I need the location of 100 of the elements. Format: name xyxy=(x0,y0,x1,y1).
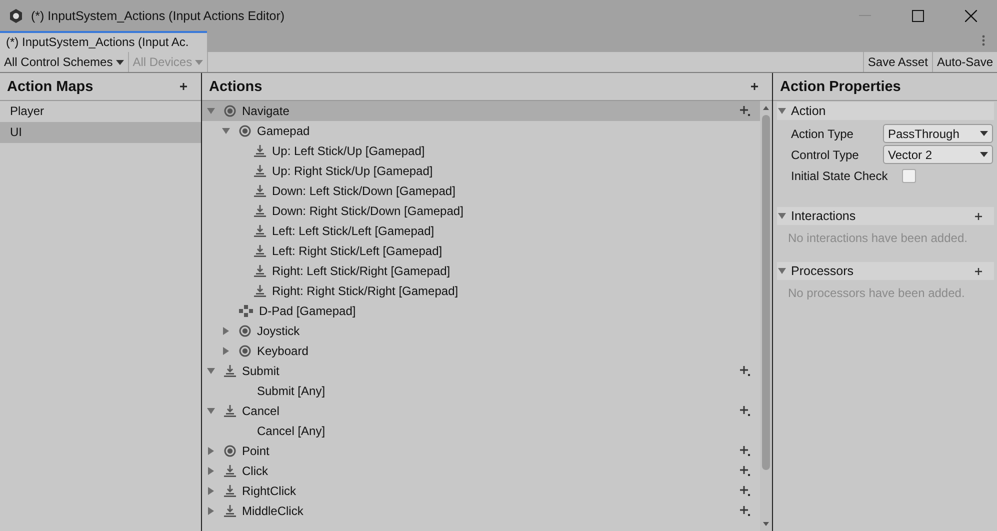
field-label: Initial State Check xyxy=(791,168,888,182)
tree-row[interactable]: Gamepad xyxy=(202,121,760,141)
field-label: Control Type xyxy=(791,148,860,162)
control-scheme-dropdown[interactable]: All Control Schemes xyxy=(0,52,129,72)
add-icon[interactable] xyxy=(975,212,982,220)
target-icon xyxy=(224,105,236,117)
window-title: (*) InputSystem_Actions (Input Actions Editor) xyxy=(31,8,285,22)
add-binding-icon[interactable] xyxy=(740,486,750,496)
add-binding-icon[interactable] xyxy=(740,406,750,416)
button-press-icon xyxy=(254,145,266,157)
add-binding-icon[interactable] xyxy=(740,366,750,376)
tree-label: Left: Right Stick/Left [Gamepad] xyxy=(272,244,442,258)
expand-toggle-icon[interactable] xyxy=(222,327,230,335)
expand-toggle-icon[interactable] xyxy=(207,107,215,115)
checkbox[interactable] xyxy=(902,168,916,182)
tree-label: Down: Left Stick/Down [Gamepad] xyxy=(272,184,456,198)
tree-row[interactable]: Up: Right Stick/Up [Gamepad] xyxy=(202,161,760,181)
close-icon[interactable] xyxy=(965,10,977,22)
add-binding-icon[interactable] xyxy=(740,106,750,116)
tree-label: RightClick xyxy=(242,484,296,498)
pane-title: Action Properties xyxy=(780,78,901,94)
expand-toggle-icon[interactable] xyxy=(222,127,230,135)
expand-toggle-icon[interactable] xyxy=(207,507,215,515)
tree-row[interactable]: Joystick xyxy=(202,321,760,341)
button-press-icon xyxy=(254,265,266,277)
tree-row[interactable]: RightClick xyxy=(202,481,760,501)
pane-title: Action Maps xyxy=(7,78,94,94)
tree-label: Submit [Any] xyxy=(257,384,326,398)
dropdown-field[interactable]: PassThrough xyxy=(883,124,993,143)
tree-row[interactable]: Cancel [Any] xyxy=(202,421,760,441)
expand-toggle-icon[interactable] xyxy=(207,407,215,415)
dropdown-field[interactable]: Vector 2 xyxy=(883,145,993,164)
tree-row[interactable]: D-Pad [Gamepad] xyxy=(202,301,760,321)
tree-row[interactable]: Down: Right Stick/Down [Gamepad] xyxy=(202,201,760,221)
tree-row[interactable]: Point xyxy=(202,441,760,461)
save-asset-button[interactable]: Save Asset xyxy=(862,52,932,72)
tree-row[interactable]: Up: Left Stick/Up [Gamepad] xyxy=(202,141,760,161)
tree-row[interactable]: Navigate xyxy=(202,101,760,121)
caret-icon xyxy=(980,131,988,136)
tree-row[interactable]: Left: Right Stick/Left [Gamepad] xyxy=(202,241,760,261)
more-menu-icon[interactable] xyxy=(982,35,985,46)
add-icon[interactable] xyxy=(975,268,982,274)
tree-row[interactable]: Click xyxy=(202,461,760,481)
button-press-icon xyxy=(254,165,266,177)
expand-toggle-icon[interactable] xyxy=(778,267,786,275)
button-press-icon xyxy=(224,465,236,477)
target-icon xyxy=(239,125,251,137)
add-binding-icon[interactable] xyxy=(740,466,750,476)
caret-icon xyxy=(980,152,988,157)
pane-title: Actions xyxy=(209,78,262,94)
caret-icon xyxy=(116,60,124,64)
tree-row[interactable]: MiddleClick xyxy=(202,501,760,521)
add-icon[interactable] xyxy=(751,83,758,90)
add-binding-icon[interactable] xyxy=(740,506,750,516)
empty-list-message: No processors have been added. xyxy=(787,285,966,302)
button-press-icon xyxy=(224,485,236,497)
target-icon xyxy=(224,445,236,457)
action-map-item[interactable]: UI xyxy=(0,122,201,143)
tree-label: Left: Left Stick/Left [Gamepad] xyxy=(272,224,434,238)
button-press-icon xyxy=(224,405,236,417)
section-title[interactable]: Action xyxy=(791,104,826,118)
expand-toggle-icon[interactable] xyxy=(207,467,215,475)
action-map-item[interactable]: Player xyxy=(0,101,201,122)
tree-label: MiddleClick xyxy=(242,504,304,518)
tree-label: Up: Right Stick/Up [Gamepad] xyxy=(272,164,433,178)
maximize-icon[interactable] xyxy=(912,10,924,22)
expand-toggle-icon[interactable] xyxy=(778,212,786,220)
button-press-icon xyxy=(254,285,266,297)
expand-toggle-icon[interactable] xyxy=(207,487,215,495)
tree-label: Joystick xyxy=(257,324,300,338)
add-icon[interactable] xyxy=(180,83,187,90)
tree-row[interactable]: Down: Left Stick/Down [Gamepad] xyxy=(202,181,760,201)
button-press-icon xyxy=(254,185,266,197)
button-press-icon xyxy=(254,225,266,237)
tree-label: Cancel xyxy=(242,404,280,418)
expand-toggle-icon[interactable] xyxy=(207,367,215,375)
tree-row[interactable]: Left: Left Stick/Left [Gamepad] xyxy=(202,221,760,241)
tree-row[interactable]: Right: Right Stick/Right [Gamepad] xyxy=(202,281,760,301)
tree-row[interactable]: Submit xyxy=(202,361,760,381)
tree-label: Click xyxy=(242,464,268,478)
empty-list-message: No interactions have been added. xyxy=(787,230,968,247)
tree-row[interactable]: Cancel xyxy=(202,401,760,421)
auto-save-button[interactable]: Auto-Save xyxy=(932,52,997,72)
tree-row[interactable]: Right: Left Stick/Right [Gamepad] xyxy=(202,261,760,281)
expand-toggle-icon[interactable] xyxy=(207,447,215,455)
expand-toggle-icon[interactable] xyxy=(222,347,230,355)
tree-label: Keyboard xyxy=(257,344,308,358)
scrollbar[interactable] xyxy=(760,101,772,531)
tree-row[interactable]: Keyboard xyxy=(202,341,760,361)
expand-toggle-icon[interactable] xyxy=(778,107,786,115)
caret-icon xyxy=(195,60,204,64)
tree-row[interactable]: Submit [Any] xyxy=(202,381,760,401)
tree-label: Submit xyxy=(242,364,280,378)
button-press-icon xyxy=(224,365,236,377)
button-press-icon xyxy=(254,205,266,217)
document-tab[interactable]: (*) InputSystem_Actions (Input Ac. xyxy=(0,31,207,52)
tree-label: Right: Left Stick/Right [Gamepad] xyxy=(272,264,450,278)
add-binding-icon[interactable] xyxy=(740,446,750,456)
tree-label: Up: Left Stick/Up [Gamepad] xyxy=(272,144,425,158)
unity-logo-icon xyxy=(9,8,23,22)
